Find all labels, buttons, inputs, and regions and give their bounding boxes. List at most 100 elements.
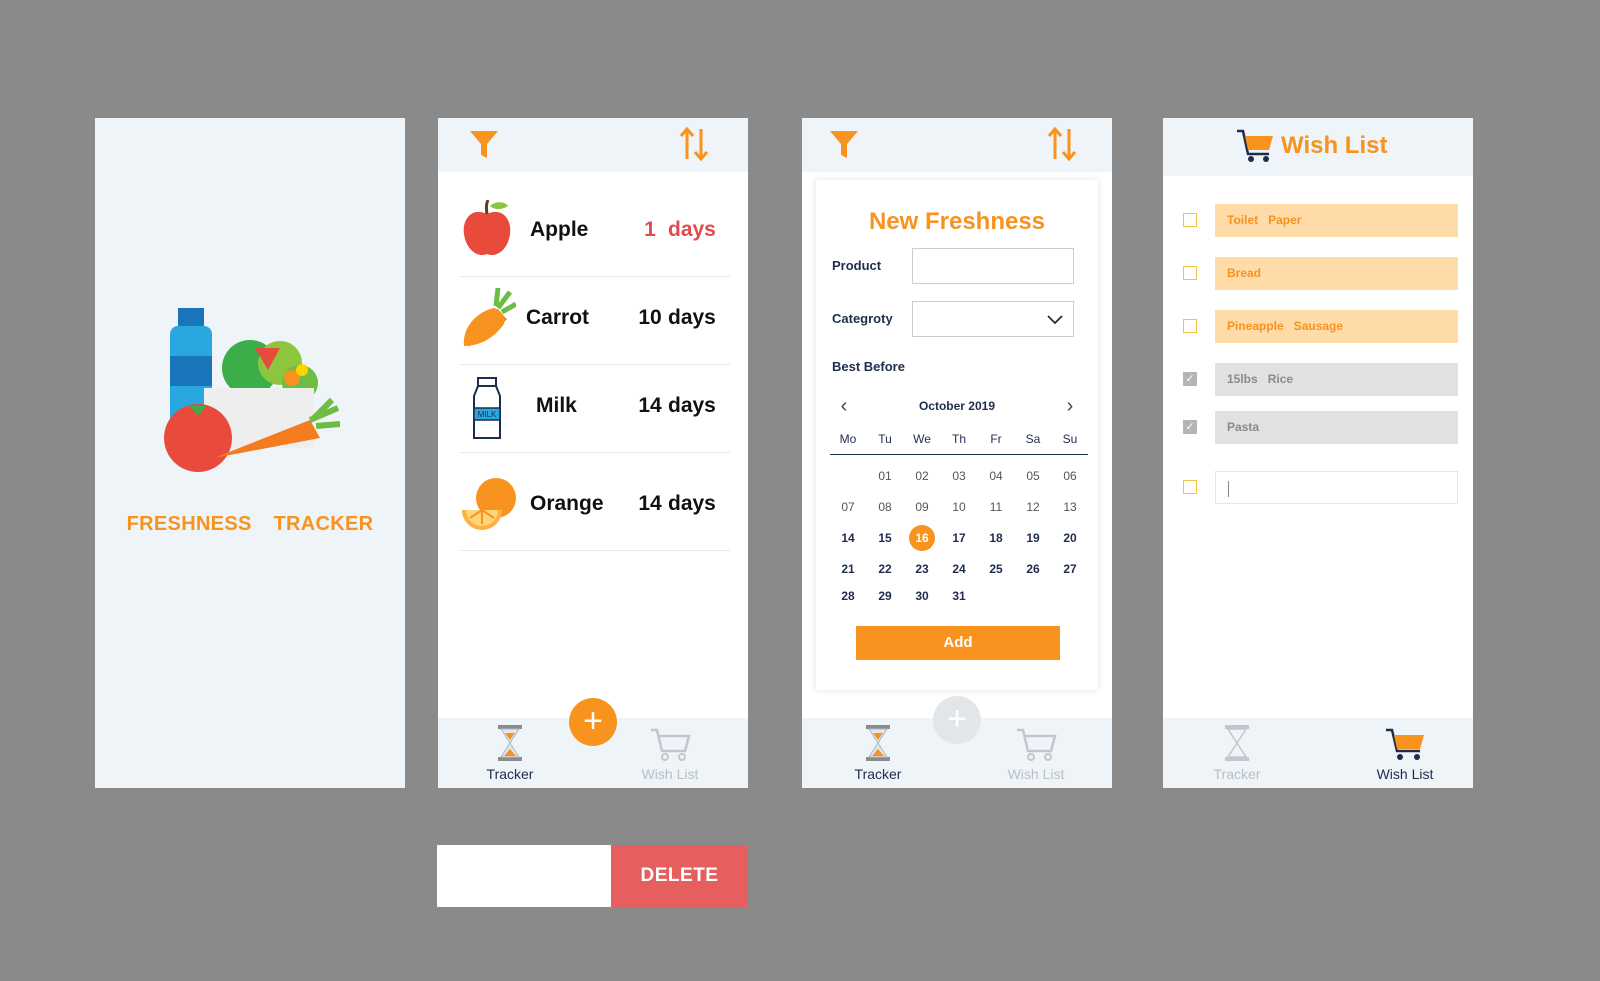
calendar-day[interactable]: 11 xyxy=(978,495,1014,519)
calendar-day[interactable]: 20 xyxy=(1052,526,1088,550)
cart-icon xyxy=(1237,129,1273,162)
page-title: Wish List xyxy=(1281,132,1388,159)
calendar-day[interactable]: 24 xyxy=(941,557,977,581)
days-count: 14 xyxy=(638,492,662,515)
calendar-day[interactable]: 26 xyxy=(1015,557,1051,581)
milk-icon: MILK xyxy=(473,377,501,439)
item-name: Orange xyxy=(530,492,604,515)
list-item[interactable]: Pineapple Sausage xyxy=(1183,310,1458,344)
brand-word: TRACKER xyxy=(273,513,374,535)
calendar-day[interactable]: 27 xyxy=(1052,557,1088,581)
checkbox[interactable] xyxy=(1183,319,1197,333)
calendar-day-number: 14 xyxy=(841,531,855,545)
tab-label: Tracker xyxy=(1213,766,1261,782)
add-item-button[interactable]: + xyxy=(569,698,617,746)
list-item[interactable]: Carrot 10 days xyxy=(460,276,730,365)
calendar-day[interactable]: 25 xyxy=(978,557,1014,581)
calendar-day[interactable]: 13 xyxy=(1052,495,1088,519)
new-item-input[interactable] xyxy=(1215,471,1458,504)
calendar-day-number: 08 xyxy=(878,500,892,514)
calendar-day[interactable]: 15 xyxy=(867,526,903,550)
calendar-day[interactable]: 10 xyxy=(941,495,977,519)
tab-wishlist[interactable]: Wish List xyxy=(976,727,1096,782)
list-item[interactable]: MILK Milk 14 days xyxy=(460,364,730,453)
calendar-day[interactable]: 08 xyxy=(867,495,903,519)
checkbox[interactable] xyxy=(1183,213,1197,227)
list-item[interactable]: ✓ Pasta xyxy=(1183,411,1458,445)
calendar-day[interactable]: 17 xyxy=(941,526,977,550)
calendar-day-number: 04 xyxy=(989,469,1003,483)
weekday-label: Su xyxy=(1062,432,1078,446)
next-month-icon[interactable]: › xyxy=(1060,395,1080,418)
sort-icon[interactable] xyxy=(1046,126,1078,162)
calendar-day-number: 15 xyxy=(878,531,892,545)
calendar-day[interactable]: 18 xyxy=(978,526,1014,550)
calendar-day[interactable]: 22 xyxy=(867,557,903,581)
filter-icon[interactable] xyxy=(828,128,860,160)
checkbox-checked[interactable]: ✓ xyxy=(1183,420,1197,434)
calendar-day-number: 27 xyxy=(1063,562,1077,576)
list-item[interactable]: ✓ 15lbs Rice xyxy=(1183,363,1458,397)
tab-bar: Tracker Wish List xyxy=(1163,718,1473,788)
calendar-day[interactable]: 19 xyxy=(1015,526,1051,550)
sort-icon[interactable] xyxy=(678,126,710,162)
swipe-row: DELETE xyxy=(437,845,748,907)
list-item[interactable]: Apple 1 days xyxy=(460,188,730,277)
calendar-day-number: 28 xyxy=(841,589,855,603)
list-item[interactable]: Bread xyxy=(1183,257,1458,291)
tab-tracker[interactable]: Tracker xyxy=(1177,725,1297,782)
header-bar xyxy=(802,118,1112,172)
apple-icon xyxy=(463,200,511,256)
form-title: New Freshness xyxy=(868,208,1046,235)
calendar-day[interactable]: 02 xyxy=(904,464,940,488)
calendar-day[interactable]: 31 xyxy=(941,584,977,608)
calendar-day-number: 26 xyxy=(1026,562,1040,576)
weekday-label: Mo xyxy=(839,432,857,446)
tab-tracker[interactable]: Tracker xyxy=(818,725,938,782)
product-input[interactable] xyxy=(912,248,1074,284)
checkbox[interactable] xyxy=(1183,480,1197,494)
calendar-day-number: 31 xyxy=(952,589,966,603)
checkbox-checked[interactable]: ✓ xyxy=(1183,372,1197,386)
svg-text:MILK: MILK xyxy=(478,410,497,419)
category-select[interactable] xyxy=(912,301,1074,337)
calendar-day[interactable]: 01 xyxy=(867,464,903,488)
calendar-day-number: 23 xyxy=(915,562,929,576)
calendar-day[interactable]: 28 xyxy=(830,584,866,608)
calendar-day[interactable]: 12 xyxy=(1015,495,1051,519)
calendar-day[interactable]: 04 xyxy=(978,464,1014,488)
days-unit: days xyxy=(668,218,716,241)
calendar-day[interactable]: 30 xyxy=(904,584,940,608)
product-label: Product xyxy=(832,258,882,273)
wish-item-label: 15lbs Rice xyxy=(1215,363,1458,396)
calendar-day[interactable]: 07 xyxy=(830,495,866,519)
filter-icon[interactable] xyxy=(468,128,500,160)
calendar-day[interactable]: 23 xyxy=(904,557,940,581)
checkbox[interactable] xyxy=(1183,266,1197,280)
calendar-day[interactable]: 03 xyxy=(941,464,977,488)
add-item-button[interactable]: + xyxy=(933,696,981,744)
calendar-day[interactable]: 14 xyxy=(830,526,866,550)
tab-wishlist[interactable]: Wish List xyxy=(1345,727,1465,782)
list-item[interactable]: Orange 14 days xyxy=(460,462,730,551)
list-item[interactable]: Toilet Paper xyxy=(1183,204,1458,238)
calendar-day-selected[interactable]: 16 xyxy=(904,525,940,551)
calendar-day[interactable]: 29 xyxy=(867,584,903,608)
hourglass-icon xyxy=(1225,725,1249,761)
calendar-day-number: 30 xyxy=(915,589,929,603)
tab-tracker[interactable]: Tracker xyxy=(450,725,570,782)
chevron-down-icon xyxy=(1047,315,1063,325)
days-unit: days xyxy=(668,492,716,515)
calendar-day[interactable]: 05 xyxy=(1015,464,1051,488)
days-count: 10 xyxy=(638,306,662,329)
delete-button[interactable]: DELETE xyxy=(611,845,748,907)
calendar-day[interactable]: 09 xyxy=(904,495,940,519)
tab-wishlist[interactable]: Wish List xyxy=(610,727,730,782)
prev-month-icon[interactable]: ‹ xyxy=(834,395,854,418)
calendar-day[interactable]: 21 xyxy=(830,557,866,581)
wishlist-screen: Wish List Toilet Paper Bread Pineapple Sau… xyxy=(1163,118,1473,788)
calendar-day-number: 24 xyxy=(952,562,966,576)
calendar-day[interactable]: 06 xyxy=(1052,464,1088,488)
tracker-screen: Apple 1 days Carrot 10 days MILK Milk 14… xyxy=(438,118,748,788)
add-button[interactable]: Add xyxy=(856,626,1060,660)
